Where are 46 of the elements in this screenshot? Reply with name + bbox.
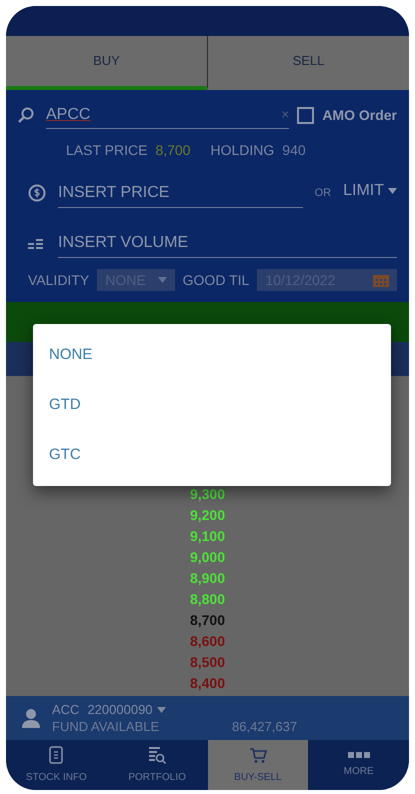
good-til-label: GOOD TIL [182,270,250,290]
caret-icon [388,188,397,194]
cart-icon [248,746,267,764]
search-icon [18,107,34,123]
list-search-icon [148,746,166,764]
amo-order-checkbox[interactable]: AMO Order [297,104,397,126]
nav-tab[interactable]: PORTFOLIO [106,740,208,790]
ladder-price: 9,100 [190,527,226,546]
calendar-icon [373,273,389,287]
validity-label: VALIDITY [28,270,90,290]
coin-icon [28,184,46,202]
account-dropdown[interactable]: 220000090 [87,701,166,718]
caret-icon [158,277,167,283]
user-icon [22,708,40,728]
caret-icon [156,706,166,712]
fund-available-label: FUND AVAILABLE [52,718,160,735]
ladder-price: 8,500 [190,653,226,672]
symbol-field[interactable]: APCC × [46,101,290,129]
ladder-price: 9,200 [190,506,226,525]
phone-icon [49,746,64,764]
menu-option[interactable]: GTC [33,430,391,480]
ladder-price: 9,000 [190,548,226,567]
price-field[interactable]: INSERT PRICE [58,178,303,208]
volume-field[interactable]: INSERT VOLUME [58,228,397,258]
price-type-dropdown[interactable]: LIMIT [343,179,397,203]
nav-tab[interactable]: MORE [308,740,409,790]
ladder-price: 9,300 [190,485,226,504]
last-price-label: LAST PRICE [66,140,148,160]
more-icon [348,752,370,758]
coins-stack-icon [28,238,46,250]
nav-tab[interactable]: BUY-SELL [208,740,308,790]
menu-option[interactable]: NONE [33,330,391,380]
or-label: OR [314,186,332,200]
ladder-price: 8,900 [190,569,226,588]
fund-available-value: 86,427,637 [232,718,298,735]
ladder-price: 8,800 [190,590,226,609]
holding-label: HOLDING [210,140,274,160]
account-label: ACC [52,701,80,718]
clear-icon[interactable]: × [281,104,290,125]
nav-tab[interactable]: STOCK INFO [6,740,107,790]
ladder-price: 8,700 [190,611,226,630]
ladder-price: 8,400 [190,674,226,693]
holding-value: 940 [282,140,306,160]
last-price-value: 8,700 [155,140,190,160]
ladder-price: 8,600 [190,632,226,651]
menu-option[interactable]: GTD [33,380,391,430]
